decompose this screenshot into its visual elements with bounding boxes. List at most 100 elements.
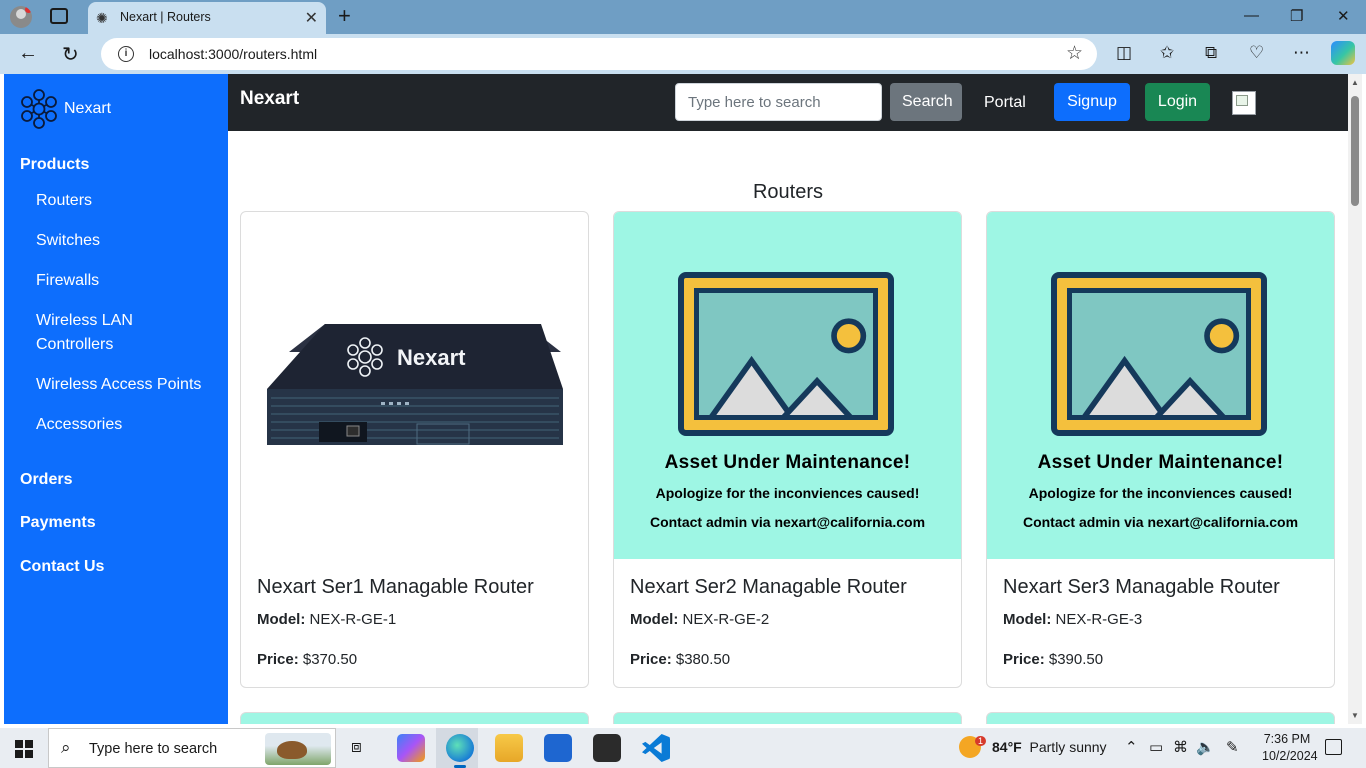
picture-frame-icon [1051, 272, 1267, 436]
page-scrollbar[interactable]: ▲ ▼ [1348, 74, 1362, 724]
product-card-next-row[interactable] [613, 712, 962, 724]
sidebar-section-orders[interactable]: Orders [20, 471, 72, 489]
network-icon[interactable]: ⌘ [1173, 738, 1188, 756]
product-name[interactable]: Nexart Ser3 Managable Router [1003, 576, 1280, 599]
favorites-icon[interactable]: ✩ [1160, 43, 1174, 63]
product-card-next-row[interactable] [986, 712, 1335, 724]
price-label: Price: [630, 651, 672, 668]
pen-icon[interactable]: ✎ [1226, 738, 1239, 756]
picture-frame-icon [678, 272, 894, 436]
back-arrow-icon[interactable]: ← [18, 42, 38, 65]
taskbar-search-box[interactable]: ⌕ Type here to search [48, 728, 336, 768]
maintenance-placeholder-image: Asset Under Maintenance! Apologize for t… [614, 212, 961, 559]
sidebar-brand-name: Nexart [64, 100, 112, 117]
windows-start-icon[interactable] [15, 740, 33, 758]
taskbar-clock[interactable]: 7:36 PM 10/2/2024 [1262, 731, 1318, 765]
product-card[interactable]: Asset Under Maintenance! Apologize for t… [986, 211, 1335, 688]
task-view-icon[interactable]: ⧈ [351, 737, 362, 757]
sidebar: Nexart Products Routers Switches Firewal… [4, 74, 228, 724]
sidebar-item-accessories[interactable]: Accessories [36, 413, 206, 437]
sidebar-section-contact-us[interactable]: Contact Us [20, 558, 104, 576]
file-explorer-icon[interactable] [495, 734, 523, 762]
tab-title: Nexart | Routers [120, 10, 211, 24]
product-card[interactable]: Asset Under Maintenance! Apologize for t… [613, 211, 962, 688]
microsoft-store-icon[interactable] [544, 734, 572, 762]
favorite-star-icon[interactable]: ☆ [1066, 42, 1083, 65]
profile-avatar-icon[interactable] [10, 6, 32, 28]
model-value: NEX-R-GE-1 [309, 611, 397, 628]
copilot-icon[interactable] [1331, 41, 1355, 65]
edge-browser-icon[interactable] [446, 734, 474, 768]
search-input[interactable] [675, 83, 882, 121]
sidebar-item-firewalls[interactable]: Firewalls [36, 269, 206, 293]
maintenance-placeholder-image: Asset Under Maintenance! Apologize for t… [987, 212, 1334, 559]
model-value: NEX-R-GE-2 [682, 611, 770, 628]
copilot-app-icon[interactable] [397, 734, 425, 762]
clock-time: 7:36 PM [1263, 732, 1311, 746]
page-title: Routers [752, 181, 824, 203]
router-brand-print: Nexart [397, 345, 466, 370]
maintenance-apology: Apologize for the inconviences caused! [655, 485, 920, 501]
weather-text[interactable]: 84°F Partly sunny [992, 739, 1107, 755]
browser-toolbar: ← ↻ i localhost:3000/routers.html ☆ ◫ ✩ … [0, 34, 1366, 74]
product-card-next-row[interactable] [240, 712, 589, 724]
battery-icon[interactable]: ▭ [1149, 738, 1163, 756]
tab-close-icon[interactable]: ✕ [305, 8, 318, 28]
clock-date: 10/2/2024 [1262, 749, 1318, 763]
sidebar-section-products[interactable]: Products [20, 156, 89, 174]
login-button[interactable]: Login [1145, 83, 1210, 121]
search-button[interactable]: Search [890, 83, 962, 121]
split-screen-icon[interactable]: ◫ [1116, 43, 1132, 63]
volume-icon[interactable]: 🔈 [1196, 738, 1215, 756]
restore-icon[interactable]: ❐ [1290, 7, 1303, 25]
vscode-icon[interactable] [642, 734, 670, 762]
product-name[interactable]: Nexart Ser2 Managable Router [630, 576, 907, 599]
address-bar[interactable]: i localhost:3000/routers.html ☆ [101, 38, 1097, 70]
sidebar-item-wireless-lan-controllers[interactable]: Wireless LAN Controllers [36, 309, 206, 357]
broken-image-avatar-icon[interactable] [1232, 91, 1256, 115]
product-card[interactable]: Nexart Nexart Ser1 Managable Router Mode… [240, 211, 589, 688]
top-navbar: Nexart Search Portal Signup Login [228, 74, 1348, 131]
model-label: Model: [630, 611, 679, 628]
notifications-icon[interactable] [1325, 739, 1342, 755]
portal-link[interactable]: Portal [984, 94, 1026, 112]
weather-temp: 84°F [992, 739, 1022, 755]
price-label: Price: [257, 651, 299, 668]
price-value: $380.50 [675, 651, 731, 668]
terminal-icon[interactable] [593, 734, 621, 762]
maintenance-contact: Contact admin via nexart@california.com [649, 514, 926, 530]
scroll-down-arrow-icon[interactable]: ▼ [1351, 711, 1359, 720]
minimize-icon[interactable]: — [1244, 7, 1259, 24]
show-hidden-icons-chevron-icon[interactable]: ⌃ [1125, 738, 1138, 756]
scrollbar-thumb[interactable] [1351, 96, 1359, 206]
nexart-favicon-icon: ✺ [96, 10, 108, 26]
product-price: Price: $390.50 [1003, 651, 1103, 668]
scroll-up-arrow-icon[interactable]: ▲ [1351, 78, 1359, 87]
url-text[interactable]: localhost:3000/routers.html [149, 46, 317, 62]
search-highlight-bear-icon[interactable] [265, 733, 331, 765]
performance-icon[interactable]: ♡ [1249, 43, 1264, 63]
tab-actions-icon[interactable] [50, 8, 68, 24]
window-close-icon[interactable]: ✕ [1337, 7, 1350, 25]
maintenance-apology: Apologize for the inconviences caused! [1028, 485, 1293, 501]
sidebar-item-wireless-access-points[interactable]: Wireless Access Points [36, 373, 206, 397]
site-info-icon[interactable]: i [118, 46, 134, 62]
navbar-brand[interactable]: Nexart [240, 88, 299, 110]
sidebar-item-switches[interactable]: Switches [36, 229, 206, 253]
weather-alert-badge: 1 [975, 736, 987, 746]
browser-tab-active[interactable]: ✺ Nexart | Routers ✕ [88, 2, 326, 34]
price-label: Price: [1003, 651, 1045, 668]
maintenance-headline: Asset Under Maintenance! [664, 452, 911, 473]
more-options-icon[interactable]: ⋯ [1293, 43, 1310, 63]
signup-button[interactable]: Signup [1054, 83, 1130, 121]
refresh-icon[interactable]: ↻ [62, 42, 79, 67]
windows-taskbar: ⌕ Type here to search ⧈ 1 84°F Partly su… [0, 728, 1366, 768]
sidebar-brand[interactable]: Nexart [18, 88, 111, 130]
collections-icon[interactable]: ⧉ [1205, 43, 1217, 63]
new-tab-icon[interactable]: + [338, 3, 351, 29]
taskbar-search-text: Type here to search [89, 741, 218, 757]
model-value: NEX-R-GE-3 [1055, 611, 1143, 628]
sidebar-item-routers[interactable]: Routers [36, 189, 206, 213]
sidebar-section-payments[interactable]: Payments [20, 514, 96, 532]
product-name[interactable]: Nexart Ser1 Managable Router [257, 576, 534, 599]
